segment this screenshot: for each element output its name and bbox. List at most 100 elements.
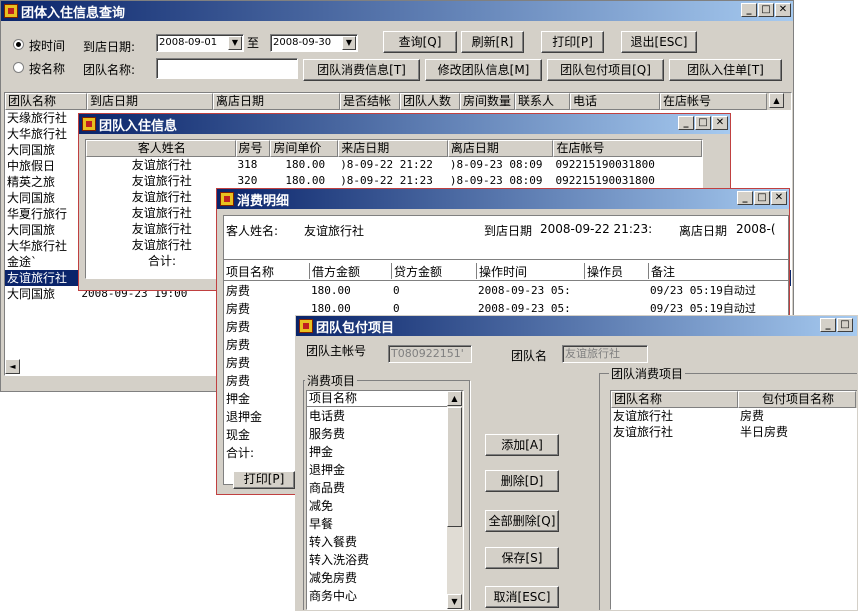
package-group-name-input[interactable]: 友谊旅行社 bbox=[562, 345, 648, 363]
list-item[interactable]: 转入洗浴费 bbox=[307, 551, 447, 569]
col-header[interactable]: 来店日期 bbox=[338, 140, 448, 157]
cell-room: 320 bbox=[237, 174, 258, 187]
col-header[interactable]: 团队名称 bbox=[611, 391, 738, 408]
refresh-button[interactable]: 刷新[R] bbox=[461, 31, 524, 53]
close-icon[interactable]: ✕ bbox=[775, 3, 791, 17]
guest-name-value: 友谊旅行社 bbox=[304, 224, 365, 238]
close-icon[interactable]: ✕ bbox=[712, 116, 728, 130]
maximize-icon[interactable]: □ bbox=[695, 116, 711, 130]
date-from-input[interactable]: 2008-09-01 ▼ bbox=[156, 34, 244, 52]
scroll-up-icon[interactable]: ▲ bbox=[769, 93, 784, 108]
package-group-name-value: 友谊旅行社 bbox=[565, 347, 620, 360]
list-item[interactable]: 押金 bbox=[307, 443, 447, 461]
table-row[interactable]: 房费 180.00 0 2008-09-23 05: 09/23 05:19自动过 bbox=[224, 282, 788, 300]
radio-by-time[interactable] bbox=[13, 39, 24, 50]
consume-print-button[interactable]: 打印[P] bbox=[233, 471, 295, 489]
list-item[interactable]: 减免房费 bbox=[307, 569, 447, 587]
col-header[interactable]: 团队名称 bbox=[5, 93, 87, 110]
consume-title: 消费明细 bbox=[237, 193, 290, 209]
maximize-icon[interactable]: □ bbox=[758, 3, 774, 17]
exit-button[interactable]: 退出[ESC] bbox=[621, 31, 697, 53]
scroll-left-icon[interactable]: ◄ bbox=[5, 359, 20, 374]
cell-operator bbox=[584, 282, 648, 300]
package-items-table[interactable]: 团队名称 包付项目名称 友谊旅行社 房费 友谊旅行社 半日房费 bbox=[610, 390, 857, 610]
group-checkin-button[interactable]: 团队入住单[T] bbox=[669, 59, 782, 81]
list-item[interactable]: 减免 bbox=[307, 497, 447, 515]
list-item[interactable]: 转入餐费 bbox=[307, 533, 447, 551]
group-consume-button[interactable]: 团队消费信息[T] bbox=[303, 59, 420, 81]
list-header[interactable]: 项目名称 bbox=[307, 391, 463, 407]
col-header[interactable]: 在店帐号 bbox=[553, 140, 702, 157]
cancel-button[interactable]: 取消[ESC] bbox=[485, 586, 559, 608]
col-header[interactable]: 备注 bbox=[648, 263, 788, 279]
minimize-icon[interactable]: _ bbox=[741, 3, 757, 17]
col-header[interactable]: 贷方金额 bbox=[391, 263, 476, 279]
col-header[interactable]: 客人姓名 bbox=[86, 140, 236, 157]
col-header[interactable]: 项目名称 bbox=[224, 263, 309, 279]
checkin-titlebar[interactable]: 团队入住信息 _ □ ✕ bbox=[79, 114, 730, 134]
col-header[interactable]: 房号 bbox=[235, 140, 271, 157]
col-header[interactable]: 在店帐号 bbox=[660, 93, 767, 110]
list-item[interactable]: 早餐 bbox=[307, 515, 447, 533]
delete-all-button[interactable]: 全部删除[Q] bbox=[485, 510, 559, 532]
list-item[interactable]: 服务费 bbox=[307, 425, 447, 443]
col-header[interactable]: 到店日期 bbox=[87, 93, 213, 110]
minimize-icon[interactable]: _ bbox=[737, 191, 753, 205]
group-name-input[interactable] bbox=[156, 58, 298, 79]
col-header[interactable]: 房间单价 bbox=[270, 140, 339, 157]
scrollbar-thumb[interactable] bbox=[447, 407, 462, 527]
list-item[interactable]: 退押金 bbox=[307, 461, 447, 479]
cell-guest-name: 友谊旅行社 bbox=[131, 206, 192, 220]
scroll-up-icon[interactable]: ▲ bbox=[447, 391, 462, 406]
main-titlebar[interactable]: 团体入住信息查询 _ □ ✕ bbox=[1, 1, 793, 21]
maximize-icon[interactable]: □ bbox=[754, 191, 770, 205]
table-row[interactable]: 友谊旅行社 房费 bbox=[611, 408, 857, 424]
col-header[interactable]: 联系人 bbox=[515, 93, 570, 110]
query-button[interactable]: 查询[Q] bbox=[383, 31, 457, 53]
chevron-down-icon[interactable]: ▼ bbox=[228, 36, 242, 50]
list-item[interactable]: 商务中心 bbox=[307, 587, 447, 605]
table-row[interactable]: 友谊旅行社 半日房费 bbox=[611, 424, 857, 440]
col-header[interactable]: 电话 bbox=[570, 93, 660, 110]
consume-titlebar[interactable]: 消费明细 _ □ ✕ bbox=[217, 189, 789, 209]
group-package-button[interactable]: 团队包付项目[Q] bbox=[547, 59, 664, 81]
minimize-icon[interactable]: _ bbox=[678, 116, 694, 130]
col-header[interactable]: 借方金额 bbox=[309, 263, 391, 279]
close-icon[interactable]: ✕ bbox=[771, 191, 787, 205]
col-header[interactable]: 离店日期 bbox=[213, 93, 340, 110]
date-to-input[interactable]: 2008-09-30 ▼ bbox=[270, 34, 358, 52]
package-titlebar[interactable]: 团队包付项目 _ □ bbox=[296, 316, 857, 336]
delete-button[interactable]: 删除[D] bbox=[485, 470, 559, 492]
col-header[interactable]: 离店日期 bbox=[447, 140, 554, 157]
save-button[interactable]: 保存[S] bbox=[485, 547, 559, 569]
package-title: 团队包付项目 bbox=[316, 320, 395, 336]
consume-items-list[interactable]: 项目名称 电话费 服务费 押金 退押金 商品费 减免 早餐 转入餐费 转入洗浴费 减免房费 商务中心 bbox=[306, 390, 464, 610]
group-name-label: 团队名 bbox=[511, 349, 548, 363]
date-to-value: 2008-09-30 bbox=[273, 37, 332, 48]
modify-group-button[interactable]: 修改团队信息[M] bbox=[425, 59, 542, 81]
list-item[interactable]: 商品费 bbox=[307, 479, 447, 497]
minimize-icon[interactable]: _ bbox=[820, 318, 836, 332]
table-row[interactable]: 友谊旅行社 320 180.00)8-09-22 21:23)8-09-23 08:… bbox=[86, 173, 702, 189]
radio-by-name[interactable] bbox=[13, 62, 24, 73]
col-header[interactable]: 房间数量 bbox=[460, 93, 515, 110]
col-header[interactable]: 操作员 bbox=[584, 263, 648, 279]
cell-account: 092215190031800 bbox=[555, 158, 655, 171]
master-account-input[interactable]: T080922151' bbox=[388, 345, 472, 363]
cell-room: 318 bbox=[237, 158, 258, 171]
master-account-value: T080922151' bbox=[391, 347, 464, 360]
col-header[interactable]: 团队人数 bbox=[400, 93, 460, 110]
cell-leave: )8-09-23 08:09 bbox=[449, 158, 543, 171]
scroll-down-icon[interactable]: ▼ bbox=[447, 594, 462, 609]
print-button[interactable]: 打印[P] bbox=[541, 31, 604, 53]
col-header[interactable]: 包付项目名称 bbox=[738, 391, 856, 408]
add-button[interactable]: 添加[A] bbox=[485, 434, 559, 456]
table-row[interactable]: 友谊旅行社 318 180.00)8-09-22 21:22)8-09-23 08:… bbox=[86, 157, 702, 173]
list-item[interactable]: 电话费 bbox=[307, 407, 447, 425]
maximize-icon[interactable]: □ bbox=[837, 318, 853, 332]
consume-items-label: 消费项目 bbox=[305, 372, 358, 389]
chevron-down-icon[interactable]: ▼ bbox=[342, 36, 356, 50]
arrival-date-label: 到店日期: bbox=[83, 40, 136, 54]
col-header[interactable]: 是否结帐 bbox=[340, 93, 400, 110]
col-header[interactable]: 操作时间 bbox=[476, 263, 584, 279]
